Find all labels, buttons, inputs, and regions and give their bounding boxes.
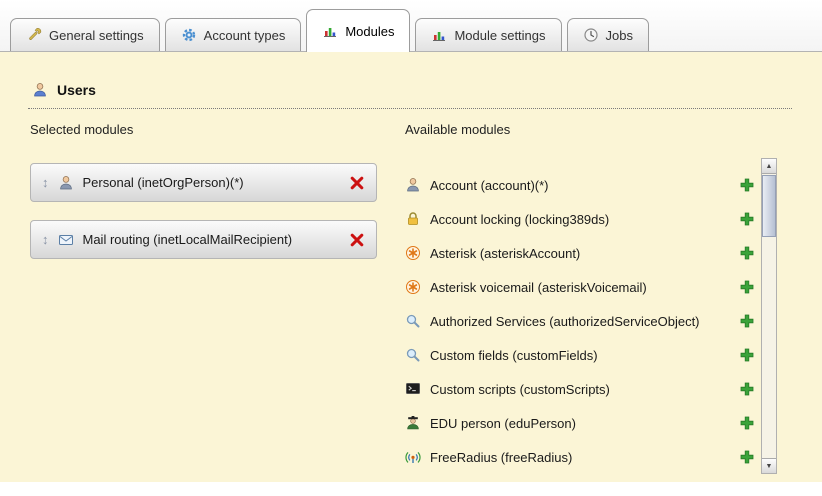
available-module-label: Account locking (locking389ds) [430, 212, 609, 227]
list-item-asterisk-voicemail: Asterisk voicemail (asteriskVoicemail) [405, 270, 755, 304]
add-icon[interactable] [739, 177, 755, 193]
available-module-label: Custom scripts (customScripts) [430, 382, 610, 397]
mail-icon [58, 232, 74, 248]
add-icon[interactable] [739, 211, 755, 227]
add-icon[interactable] [739, 313, 755, 329]
tab-jobs[interactable]: Jobs [567, 18, 649, 51]
tab-general-settings[interactable]: General settings [10, 18, 160, 51]
page-title: Users [57, 82, 96, 98]
tab-label: General settings [49, 28, 144, 43]
wrench-icon [26, 27, 42, 43]
available-module-label: Asterisk voicemail (asteriskVoicemail) [430, 280, 647, 295]
scrollbar-up-icon[interactable]: ▲ [762, 159, 776, 174]
drag-handle-icon[interactable]: ↕ [42, 233, 49, 246]
tab-bar: General settings Account types Modules M… [0, 0, 822, 52]
section-heading-users: Users [32, 82, 96, 98]
selected-module-mail-routing: ↕ Mail routing (inetLocalMailRecipient) [30, 220, 377, 259]
add-icon[interactable] [739, 415, 755, 431]
lam-config-page: General settings Account types Modules M… [0, 0, 822, 496]
magnifier-icon [405, 347, 421, 363]
selected-modules-heading: Selected modules [30, 122, 133, 137]
asterisk-icon [405, 245, 421, 261]
available-module-label: Authorized Services (authorizedServiceOb… [430, 314, 700, 329]
scrollbar-down-icon[interactable]: ▼ [762, 458, 776, 473]
list-item-edu-person: EDU person (eduPerson) [405, 406, 755, 440]
available-module-label: Asterisk (asteriskAccount) [430, 246, 580, 261]
content-area: Users Selected modules Available modules… [0, 52, 822, 482]
list-item-authorized-services: Authorized Services (authorizedServiceOb… [405, 304, 755, 338]
tab-label: Jobs [606, 28, 633, 43]
scrollbar-thumb[interactable] [762, 175, 776, 237]
tab-modules[interactable]: Modules [306, 9, 410, 52]
list-item-asterisk: Asterisk (asteriskAccount) [405, 236, 755, 270]
tab-label: Account types [204, 28, 286, 43]
asterisk-icon [405, 279, 421, 295]
chart-icon [431, 27, 447, 43]
list-item-account: Account (account)(*) [405, 168, 755, 202]
add-icon[interactable] [739, 449, 755, 465]
gear-icon [181, 27, 197, 43]
selected-module-label: Mail routing (inetLocalMailRecipient) [83, 232, 293, 247]
tab-label: Modules [345, 24, 394, 39]
terminal-icon [405, 381, 421, 397]
magnifier-icon [405, 313, 421, 329]
tab-account-types[interactable]: Account types [165, 18, 302, 51]
available-modules-list: Account (account)(*) Account locking (lo… [405, 168, 755, 474]
list-item-custom-scripts: Custom scripts (customScripts) [405, 372, 755, 406]
selected-module-label: Personal (inetOrgPerson)(*) [83, 175, 244, 190]
add-icon[interactable] [739, 245, 755, 261]
selected-module-personal: ↕ Personal (inetOrgPerson)(*) [30, 163, 377, 202]
clock-icon [583, 27, 599, 43]
delete-icon[interactable] [349, 232, 365, 248]
person-icon [405, 177, 421, 193]
list-item-account-locking: Account locking (locking389ds) [405, 202, 755, 236]
available-module-label: FreeRadius (freeRadius) [430, 450, 572, 465]
radio-icon [405, 449, 421, 465]
user-icon [32, 82, 48, 98]
person-icon [58, 175, 74, 191]
delete-icon[interactable] [349, 175, 365, 191]
scrollbar[interactable]: ▲ ▼ [761, 158, 777, 474]
available-module-label: EDU person (eduPerson) [430, 416, 576, 431]
add-icon[interactable] [739, 381, 755, 397]
section-divider [28, 108, 792, 109]
available-module-label: Account (account)(*) [430, 178, 549, 193]
list-item-freeradius: FreeRadius (freeRadius) [405, 440, 755, 474]
lock-icon [405, 211, 421, 227]
tab-strip: General settings Account types Modules M… [0, 0, 822, 52]
tab-module-settings[interactable]: Module settings [415, 18, 561, 51]
tab-label: Module settings [454, 28, 545, 43]
available-module-label: Custom fields (customFields) [430, 348, 598, 363]
edu-person-icon [405, 415, 421, 431]
add-icon[interactable] [739, 347, 755, 363]
drag-handle-icon[interactable]: ↕ [42, 176, 49, 189]
available-modules-heading: Available modules [405, 122, 510, 137]
chart-icon [322, 23, 338, 39]
add-icon[interactable] [739, 279, 755, 295]
list-item-custom-fields: Custom fields (customFields) [405, 338, 755, 372]
